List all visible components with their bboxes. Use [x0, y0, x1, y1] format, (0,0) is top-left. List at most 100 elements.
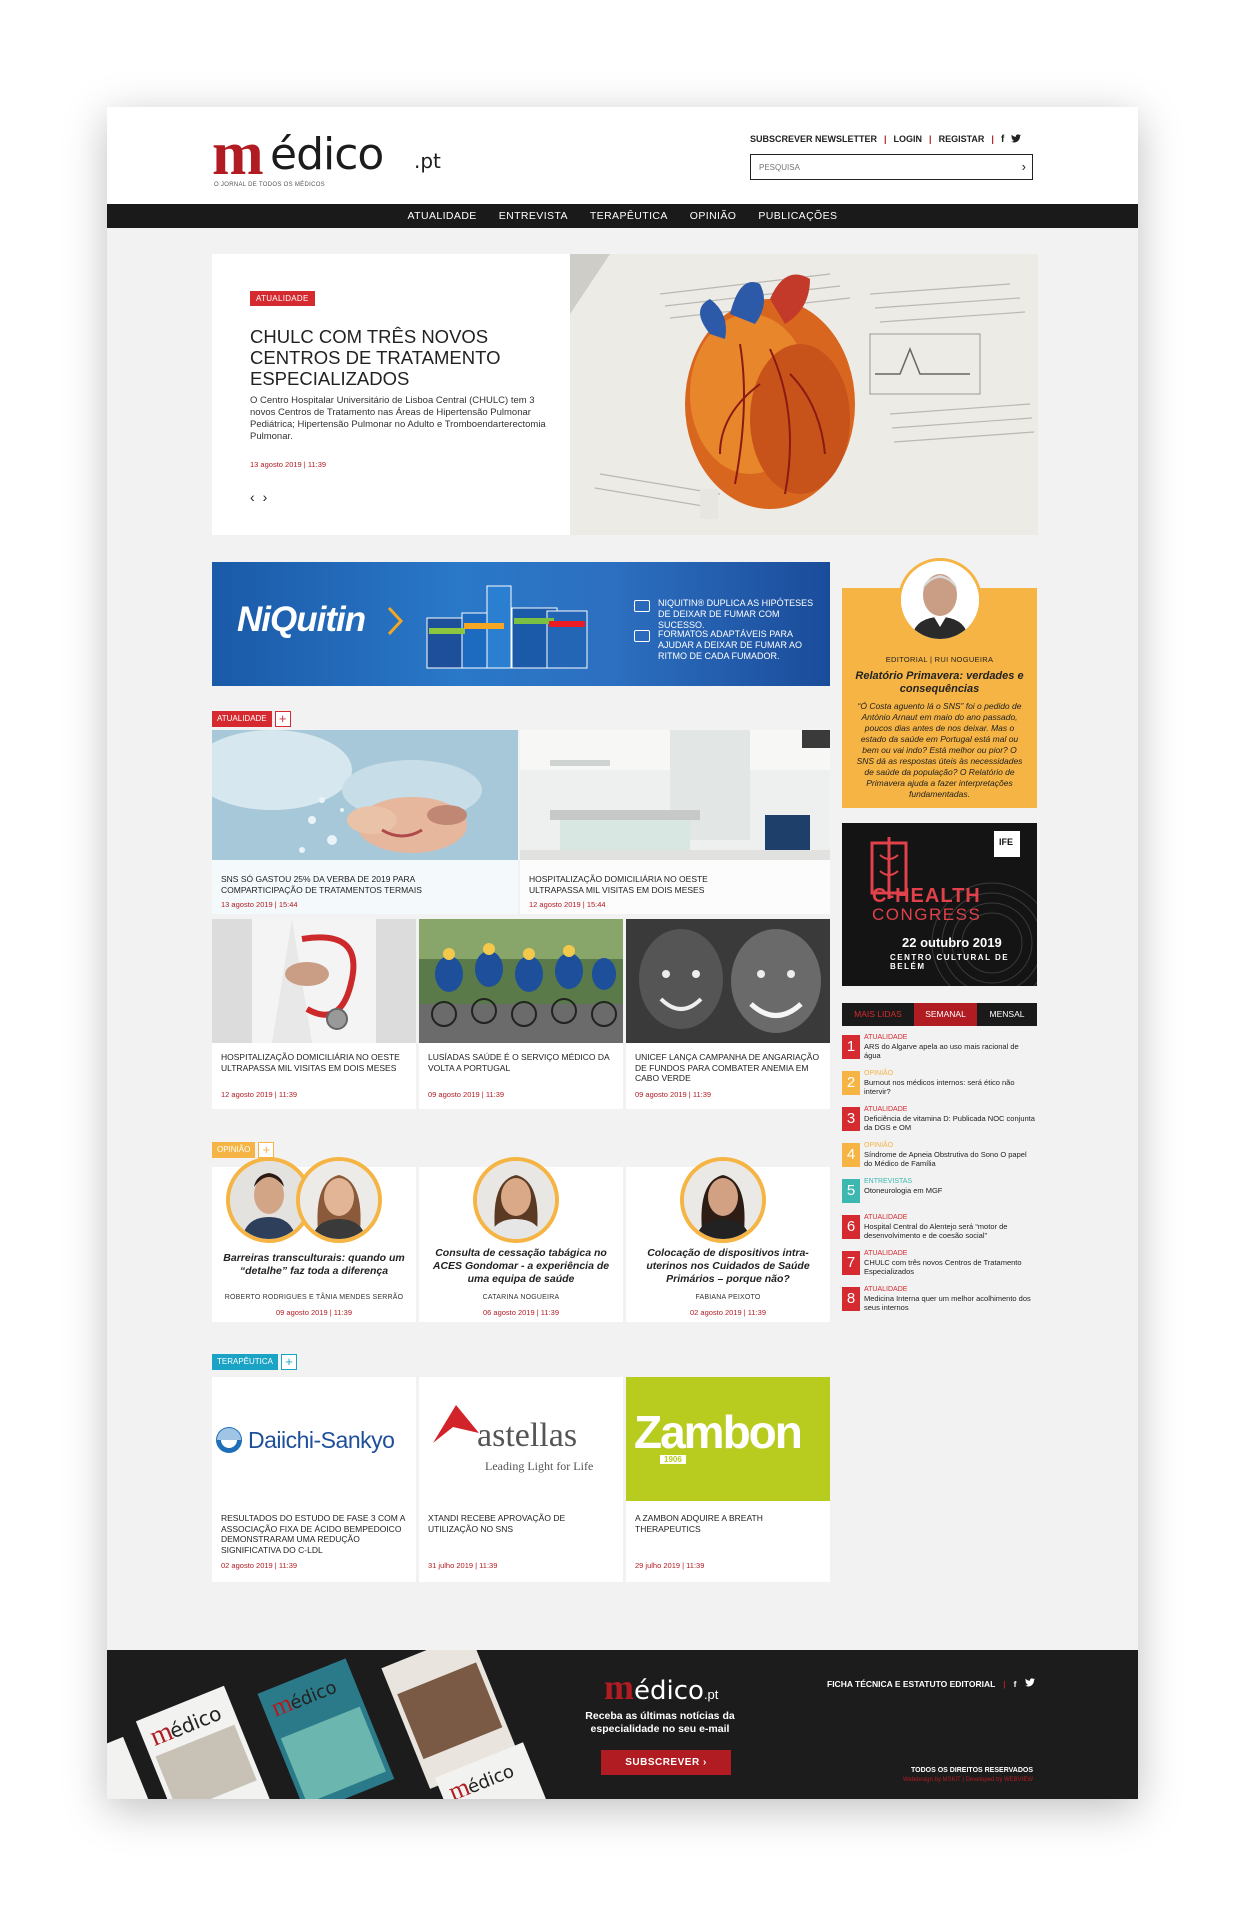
brand-name: astellas [477, 1417, 578, 1454]
item-title[interactable]: Burnout nos médicos internos: será ético… [864, 1078, 1036, 1096]
most-read-item[interactable]: 6 ATUALIDADE Hospital Central do Alentejo … [842, 1213, 1037, 1249]
banner-chevron-icon [387, 606, 403, 636]
editorial-box[interactable]: EDITORIAL | RUI NOGUEIRA Relatório Prima… [842, 558, 1037, 808]
nav-entrevista[interactable]: ENTREVISTA [499, 210, 568, 222]
opinion-card[interactable]: Colocação de dispositivos intra-uterinos… [626, 1157, 830, 1322]
opinion-card[interactable]: Consulta de cessação tabágica no ACES Go… [419, 1157, 623, 1322]
newsletter-link[interactable]: SUBSCREVER NEWSLETTER [750, 134, 877, 144]
editorial-statute-link[interactable]: FICHA TÉCNICA E ESTATUTO EDITORIAL [827, 1679, 995, 1689]
site-logo[interactable]: m édico .pt O JORNAL DE TODOS OS MÉDICOS [212, 123, 472, 188]
therapy-card[interactable]: astellas Leading Light for Life XTANDI R… [419, 1377, 623, 1582]
card-title[interactable]: SNS SÓ GASTOU 25% DA VERBA DE 2019 PARA … [221, 874, 441, 895]
news-card[interactable]: HOSPITALIZAÇÃO DOMICILIÁRIA NO OESTE ULT… [212, 919, 416, 1109]
chealth-congress-ad[interactable]: IFE C-HEALTH CONGRESS 22 outubro 2019 CE… [842, 823, 1037, 986]
item-title[interactable]: Deficiência de vitamina D: Publicada NOC… [864, 1114, 1036, 1132]
nav-terapeutica[interactable]: TERAPÊUTICA [590, 210, 668, 222]
card-title[interactable]: HOSPITALIZAÇÃO DOMICILIÁRIA NO OESTE ULT… [529, 874, 749, 895]
author-avatar [296, 1157, 382, 1243]
most-read-item[interactable]: 5 ENTREVISTAS Otoneurologia em MGF [842, 1177, 1037, 1213]
most-read-item[interactable]: 3 ATUALIDADE Deficiência de vitamina D: Pu… [842, 1105, 1037, 1141]
item-title[interactable]: CHULC com três novos Centros de Tratamen… [864, 1258, 1036, 1276]
hero-article[interactable]: ATUALIDADE CHULC COM TRÊS NOVOS CENTROS … [212, 254, 1038, 535]
card-date: 31 julho 2019 | 11:39 [428, 1561, 498, 1570]
item-category[interactable]: ATUALIDADE [864, 1034, 907, 1041]
section-more-icon[interactable]: + [274, 711, 291, 727]
card-title[interactable]: XTANDI RECEBE APROVAÇÃO DE UTILIZAÇÃO NO… [428, 1513, 614, 1534]
rank-number: 3 [842, 1107, 860, 1131]
opinion-card[interactable]: Barreiras transculturais: quando um “det… [212, 1157, 416, 1322]
developer-credits[interactable]: Webdesign by MSKIT | Developed by WEBVIE… [807, 1777, 1033, 1783]
news-card[interactable]: LUSÍADAS SAÚDE É O SERVIÇO MÉDICO DA VOL… [419, 919, 623, 1109]
separator: | [991, 134, 994, 144]
nav-atualidade[interactable]: ATUALIDADE [408, 210, 477, 222]
twitter-icon[interactable] [1024, 1678, 1035, 1689]
nav-opiniao[interactable]: OPINIÃO [690, 210, 737, 222]
magazine-covers-image: m édico m édico m édico [107, 1650, 567, 1799]
item-category[interactable]: ATUALIDADE [864, 1286, 907, 1293]
tab-semanal[interactable]: SEMANAL [914, 1003, 977, 1026]
opinion-author: ROBERTO RODRIGUES E TÂNIA MENDES SERRÃO [224, 1294, 404, 1301]
item-category[interactable]: ATUALIDADE [864, 1250, 907, 1257]
section-more-icon[interactable]: + [281, 1354, 298, 1370]
section-label[interactable]: OPINIÃO [212, 1142, 256, 1158]
most-read-item[interactable]: 8 ATUALIDADE Medicina Interna quer um melh… [842, 1285, 1037, 1321]
editorial-title[interactable]: Relatório Primavera: verdades e consequê… [852, 670, 1027, 696]
item-category[interactable]: OPINIÃO [864, 1070, 893, 1077]
item-category[interactable]: ENTREVISTAS [864, 1178, 912, 1185]
item-title[interactable]: Medicina Interna quer um melhor acolhime… [864, 1294, 1036, 1312]
therapy-card[interactable]: Zambon 1906 A ZAMBON ADQUIRE A BREATH TH… [626, 1377, 830, 1582]
item-title[interactable]: ARS do Algarve apela ao uso mais raciona… [864, 1042, 1036, 1060]
hero-image[interactable] [570, 254, 1038, 535]
section-label[interactable]: TERAPÊUTICA [212, 1354, 279, 1370]
tab-mais-lidas[interactable]: MAIS LIDAS [842, 1003, 914, 1026]
register-link[interactable]: REGISTAR [939, 134, 985, 144]
most-read-item[interactable]: 2 OPINIÃO Burnout nos médicos internos: se… [842, 1069, 1037, 1105]
rank-number: 4 [842, 1143, 860, 1167]
section-label[interactable]: ATUALIDADE [212, 711, 272, 727]
logo-suffix: .pt [414, 149, 441, 173]
search-input[interactable] [751, 155, 1001, 179]
therapy-card[interactable]: Daiichi-Sankyo RESULTADOS DO ESTUDO DE F… [212, 1377, 416, 1582]
news-card[interactable]: UNICEF LANÇA CAMPANHA DE ANGARIAÇÃO DE F… [626, 919, 830, 1109]
login-link[interactable]: LOGIN [894, 134, 923, 144]
hero-title[interactable]: CHULC COM TRÊS NOVOS CENTROS DE TRATAMEN… [250, 326, 550, 389]
card-title[interactable]: UNICEF LANÇA CAMPANHA DE ANGARIAÇÃO DE F… [635, 1052, 821, 1084]
editorial-author-avatar [898, 558, 982, 642]
ife-logo: IFE [999, 837, 1014, 847]
item-category[interactable]: ATUALIDADE [864, 1214, 907, 1221]
item-title[interactable]: Síndrome de Apneia Obstrutiva do Sono O … [864, 1150, 1036, 1168]
rank-number: 5 [842, 1179, 860, 1203]
hero-date: 13 agosto 2019 | 11:39 [250, 460, 327, 469]
most-read-item[interactable]: 4 OPINIÃO Síndrome de Apneia Obstrutiva do… [842, 1141, 1037, 1177]
tab-mensal[interactable]: MENSAL [977, 1003, 1037, 1026]
prev-arrow-icon[interactable]: ‹ [250, 489, 263, 505]
hero-category-tag[interactable]: ATUALIDADE [250, 291, 315, 306]
opinion-title[interactable]: Barreiras transculturais: quando um “det… [220, 1252, 408, 1278]
facebook-icon[interactable]: f [1001, 134, 1004, 145]
nav-publicacoes[interactable]: PUBLICAÇÕES [758, 210, 837, 222]
news-card[interactable]: SNS SÓ GASTOU 25% DA VERBA DE 2019 PARA … [212, 730, 518, 914]
card-title[interactable]: HOSPITALIZAÇÃO DOMICILIÁRIA NO OESTE ULT… [221, 1052, 407, 1073]
next-arrow-icon[interactable]: › [263, 489, 276, 505]
opinion-title[interactable]: Colocação de dispositivos intra-uterinos… [634, 1247, 822, 1286]
subscribe-button[interactable]: SUBSCREVER › [601, 1750, 731, 1775]
most-read-item[interactable]: 7 ATUALIDADE CHULC com três novos Centros … [842, 1249, 1037, 1285]
opinion-title[interactable]: Consulta de cessação tabágica no ACES Go… [427, 1247, 615, 1286]
news-card[interactable]: HOSPITALIZAÇÃO DOMICILIÁRIA NO OESTE ULT… [520, 730, 830, 914]
niquitin-ad-banner[interactable]: NiQuitin NIQUITIN® DUPLICA AS HIPÓTESES … [212, 562, 830, 686]
item-category[interactable]: ATUALIDADE [864, 1106, 907, 1113]
most-read-item[interactable]: 1 ATUALIDADE ARS do Algarve apela ao uso m… [842, 1033, 1037, 1069]
section-more-icon[interactable]: + [258, 1142, 275, 1158]
item-category[interactable]: OPINIÃO [864, 1142, 893, 1149]
card-title[interactable]: LUSÍADAS SAÚDE É O SERVIÇO MÉDICO DA VOL… [428, 1052, 614, 1073]
search-submit-icon[interactable]: › [1022, 159, 1026, 174]
card-title[interactable]: RESULTADOS DO ESTUDO DE FASE 3 COM A ASS… [221, 1513, 407, 1555]
item-title[interactable]: Hospital Central do Alentejo será “motor… [864, 1222, 1036, 1240]
footer-logo-suffix: .pt [703, 1687, 719, 1702]
twitter-icon[interactable] [1011, 133, 1022, 145]
item-title[interactable]: Otoneurologia em MGF [864, 1186, 1036, 1195]
subscribe-button-label: SUBSCREVER [625, 1757, 700, 1768]
card-title[interactable]: A ZAMBON ADQUIRE A BREATH THERAPEUTICS [635, 1513, 821, 1534]
footer-logo[interactable]: médico.pt [604, 1666, 718, 1708]
facebook-icon[interactable]: f [1014, 1679, 1017, 1689]
